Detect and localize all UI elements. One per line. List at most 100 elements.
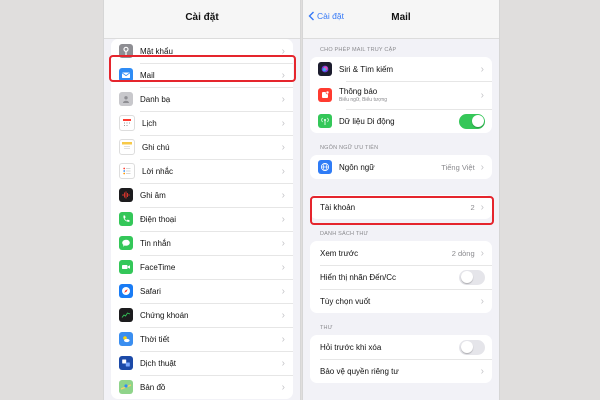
notifications-icon <box>318 88 332 102</box>
settings-item-label: Ghi âm <box>140 190 166 200</box>
settings-item-calendar[interactable]: Lịch › <box>111 111 293 135</box>
preview-value: 2 dòng <box>451 248 475 258</box>
section-header-language: NGÔN NGỮ ƯU TIÊN <box>320 145 379 151</box>
chevron-right-icon: › <box>281 117 285 129</box>
settings-panel: Cài đặt Mật khẩu › Mail › Danh bạ › Lịch… <box>103 0 301 400</box>
facetime-icon <box>119 260 133 274</box>
notes-icon <box>119 139 135 155</box>
chevron-right-icon: › <box>281 381 285 393</box>
ask-before-deleting-toggle[interactable] <box>459 339 485 355</box>
messages-group: Hỏi trước khi xóa Bảo vệ quyền riêng tư … <box>310 335 492 383</box>
settings-item-label: Thời tiết <box>140 334 170 344</box>
chevron-right-icon: › <box>281 261 285 273</box>
chevron-right-icon: › <box>480 161 484 173</box>
settings-item-contacts[interactable]: Danh bạ › <box>111 87 293 111</box>
settings-item-label: Ghi chú <box>142 142 170 152</box>
notifications-row[interactable]: Thông báo Biểu ngữ, Biểu tượng › <box>310 81 492 109</box>
show-to-cc-toggle[interactable] <box>459 269 485 285</box>
row-label: Siri & Tìm kiếm <box>339 64 394 74</box>
chevron-right-icon: › <box>281 93 285 105</box>
row-label: Tùy chọn vuốt <box>320 296 371 306</box>
settings-item-maps[interactable]: Bản đồ › <box>111 375 293 399</box>
row-subtitle: Biểu ngữ, Biểu tượng <box>339 97 388 103</box>
settings-item-phone[interactable]: Điện thoại › <box>111 207 293 231</box>
row-label: Hỏi trước khi xóa <box>320 342 382 352</box>
preview-row[interactable]: Xem trước 2 dòng › <box>310 241 492 265</box>
phone-icon <box>119 212 133 226</box>
voice-memo-icon <box>119 188 133 202</box>
section-header-message-list: DANH SÁCH THƯ <box>320 231 369 237</box>
show-to-cc-row: Hiển thị nhãn Đến/Cc <box>310 265 492 289</box>
language-group: Ngôn ngữ Tiếng Việt › <box>310 155 492 179</box>
cellular-icon <box>318 114 332 128</box>
chevron-right-icon: › <box>281 189 285 201</box>
chevron-right-icon: › <box>281 141 285 153</box>
settings-item-messages[interactable]: Tin nhắn › <box>111 231 293 255</box>
language-row[interactable]: Ngôn ngữ Tiếng Việt › <box>310 155 492 179</box>
row-label: Bảo vệ quyền riêng tư <box>320 366 399 376</box>
page-title: Mail <box>391 12 411 23</box>
ask-before-deleting-row: Hỏi trước khi xóa <box>310 335 492 359</box>
safari-icon <box>119 284 133 298</box>
row-label: Xem trước <box>320 248 359 258</box>
reminders-icon <box>119 163 135 179</box>
settings-item-notes[interactable]: Ghi chú › <box>111 135 293 159</box>
settings-item-label: Tin nhắn <box>140 238 171 248</box>
row-label: Dữ liệu Di động <box>339 116 395 126</box>
translate-icon <box>119 356 133 370</box>
chevron-right-icon: › <box>480 365 484 377</box>
chevron-right-icon: › <box>480 295 484 307</box>
settings-item-safari[interactable]: Safari › <box>111 279 293 303</box>
settings-item-label: Bản đồ <box>140 382 166 392</box>
settings-list: Mật khẩu › Mail › Danh bạ › Lịch › Ghi c… <box>111 39 293 399</box>
accounts-highlight-box <box>310 196 494 225</box>
messages-icon <box>119 236 133 250</box>
settings-navbar: Cài đặt <box>104 0 300 39</box>
chevron-right-icon: › <box>281 213 285 225</box>
mail-navbar: Cài đặt Mail <box>303 0 499 39</box>
stocks-icon <box>119 308 133 322</box>
calendar-icon <box>119 115 135 131</box>
settings-item-weather[interactable]: Thời tiết › <box>111 327 293 351</box>
settings-item-label: Lịch <box>142 118 157 128</box>
access-group: Siri & Tìm kiếm › Thông báo Biểu ngữ, Bi… <box>310 57 492 133</box>
chevron-right-icon: › <box>281 285 285 297</box>
cellular-data-row: Dữ liệu Di động <box>310 109 492 133</box>
chevron-right-icon: › <box>281 309 285 321</box>
chevron-right-icon: › <box>281 357 285 369</box>
siri-search-row[interactable]: Siri & Tìm kiếm › <box>310 57 492 81</box>
section-header-access: CHO PHÉP MAIL TRUY CẬP <box>320 47 397 53</box>
language-value: Tiếng Việt <box>441 162 475 172</box>
settings-item-label: FaceTime <box>140 262 176 272</box>
settings-item-label: Chứng khoán <box>140 310 189 320</box>
settings-item-stocks[interactable]: Chứng khoán › <box>111 303 293 327</box>
cellular-data-toggle[interactable] <box>459 113 485 129</box>
settings-item-label: Lời nhắc <box>142 166 174 176</box>
chevron-right-icon: › <box>281 333 285 345</box>
settings-item-label: Điện thoại <box>140 214 177 224</box>
chevron-right-icon: › <box>480 63 484 75</box>
chevron-right-icon: › <box>281 237 285 249</box>
globe-icon <box>318 160 332 174</box>
swipe-options-row[interactable]: Tùy chọn vuốt › <box>310 289 492 313</box>
row-label: Thông báo <box>339 87 378 96</box>
chevron-right-icon: › <box>281 165 285 177</box>
chevron-right-icon: › <box>480 247 484 259</box>
contacts-icon <box>119 92 133 106</box>
section-header-messages: THƯ <box>320 325 333 331</box>
settings-item-reminders[interactable]: Lời nhắc › <box>111 159 293 183</box>
settings-item-label: Danh bạ <box>140 94 171 104</box>
message-list-group: Xem trước 2 dòng › Hiển thị nhãn Đến/Cc … <box>310 241 492 313</box>
page-title: Cài đặt <box>185 12 219 23</box>
settings-item-label: Safari <box>140 286 161 296</box>
siri-icon <box>318 62 332 76</box>
settings-item-voice-memos[interactable]: Ghi âm › <box>111 183 293 207</box>
row-label: Hiển thị nhãn Đến/Cc <box>320 272 397 282</box>
weather-icon <box>119 332 133 346</box>
settings-item-translate[interactable]: Dịch thuật › <box>111 351 293 375</box>
settings-item-label: Dịch thuật <box>140 358 177 368</box>
chevron-right-icon: › <box>480 89 484 101</box>
privacy-protection-row[interactable]: Bảo vệ quyền riêng tư › <box>310 359 492 383</box>
mail-settings-panel: Cài đặt Mail CHO PHÉP MAIL TRUY CẬP Siri… <box>302 0 500 400</box>
settings-item-facetime[interactable]: FaceTime › <box>111 255 293 279</box>
